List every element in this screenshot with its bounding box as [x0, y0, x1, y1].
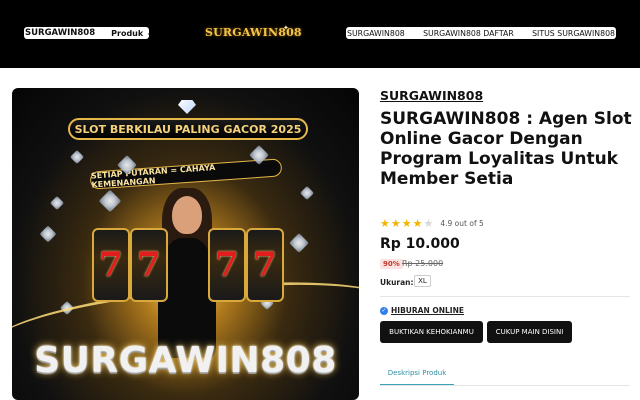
- diamond-icon: [69, 149, 85, 165]
- top-header: SURGAWIN808 Produk ⌄ SURGAWIN808 ✦ SURGA…: [0, 0, 640, 68]
- product-price: Rp 10.000: [380, 236, 460, 252]
- nav-left: SURGAWIN808 Produk ⌄: [24, 27, 152, 39]
- divider: [380, 385, 630, 386]
- slot-reel: 7: [208, 228, 246, 302]
- diamond-icon: [49, 195, 65, 211]
- cukup-main-disini-button[interactable]: CUKUP MAIN DISINI: [487, 321, 572, 343]
- star-icon: ★: [423, 217, 434, 230]
- tab-deskripsi-produk[interactable]: Deskripsi Produk: [380, 362, 454, 386]
- original-price: Rp 25.000: [402, 259, 444, 268]
- online-badge[interactable]: ✓ HIBURAN ONLINE: [380, 306, 464, 315]
- diamond-icon: [299, 185, 315, 201]
- brand-link[interactable]: SURGAWIN808: [25, 28, 95, 38]
- nav-link-situs[interactable]: SITUS SURGAWIN808: [532, 29, 615, 38]
- diamond-icon: [39, 225, 57, 243]
- rating-text: 4.9 out of 5: [440, 219, 484, 228]
- banner-top-ribbon: SLOT BERKILAU PALING GACOR 2025: [68, 118, 308, 140]
- chevron-down-icon[interactable]: ⌄: [146, 29, 152, 37]
- star-icon: ★: [401, 217, 412, 230]
- online-label: HIBURAN ONLINE: [391, 306, 464, 315]
- product-title: SURGAWIN808 : Agen Slot Online Gacor Den…: [380, 109, 632, 189]
- product-brand-link[interactable]: SURGAWIN808: [380, 88, 483, 103]
- diamond-icon: [98, 189, 122, 213]
- slot-reel: 7: [246, 228, 284, 302]
- sparkle-icon: ✦: [283, 24, 289, 32]
- star-icon: ★: [412, 217, 423, 230]
- banner-big-title: SURGAWIN808: [34, 340, 337, 381]
- discount-badge: 90%: [380, 259, 403, 269]
- slot-reel: 7: [92, 228, 130, 302]
- nav-right: SURGAWIN808 SURGAWIN808 DAFTAR SITUS SUR…: [346, 27, 616, 39]
- nav-link-daftar[interactable]: SURGAWIN808 DAFTAR: [423, 29, 514, 38]
- product-banner-image[interactable]: SLOT BERKILAU PALING GACOR 2025 SETIAP P…: [12, 88, 359, 400]
- diamond-icon: [178, 100, 196, 114]
- size-label: Ukuran:: [380, 278, 414, 287]
- diamond-icon: [289, 233, 309, 253]
- verified-check-icon: ✓: [380, 306, 388, 315]
- nav-link-home[interactable]: SURGAWIN808: [347, 29, 405, 38]
- star-icon: ★: [380, 217, 390, 230]
- divider: [380, 296, 630, 297]
- model-face: [172, 196, 202, 234]
- size-option-xl[interactable]: XL: [414, 275, 431, 287]
- star-icon: ★: [390, 217, 401, 230]
- slot-reel: 7: [130, 228, 168, 302]
- rating-row: ★ ★ ★ ★ ★ 4.9 out of 5: [380, 217, 484, 230]
- buktikan-kehokianmu-button[interactable]: BUKTIKAN KEHOKIANMU: [380, 321, 483, 343]
- produk-menu[interactable]: Produk: [111, 29, 143, 38]
